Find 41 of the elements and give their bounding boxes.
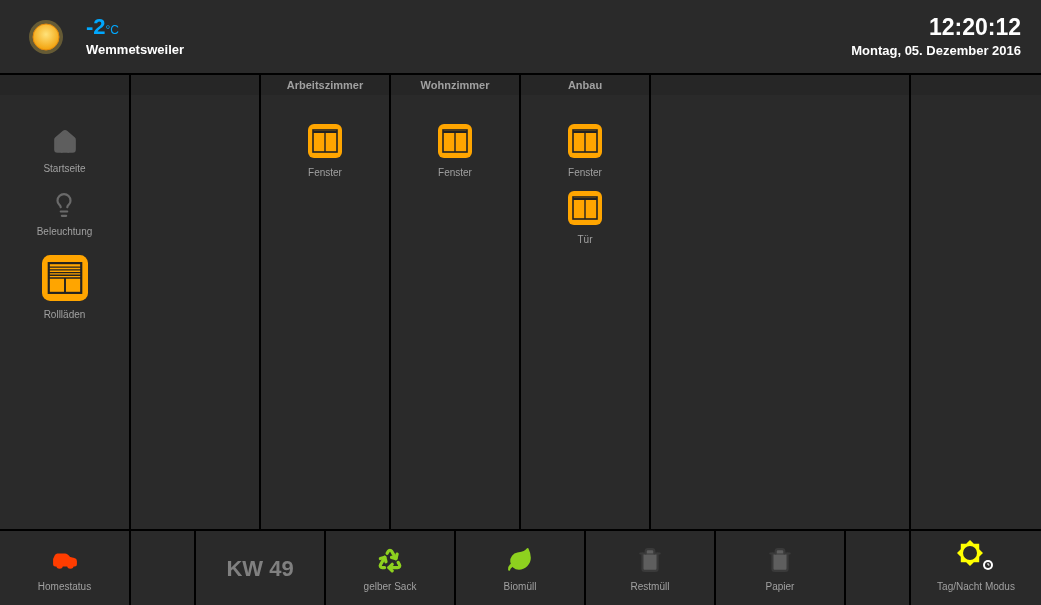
shutter-label: Fenster	[568, 166, 602, 180]
shutter-control[interactable]: Fenster	[438, 124, 472, 180]
status-tile[interactable]: Homestatus	[0, 531, 129, 605]
sidebar-item[interactable]: Beleuchtung	[36, 192, 93, 245]
room-title: Wohnzimmer	[420, 77, 490, 93]
date-text: Montag, 05. Dezember 2016	[851, 41, 1021, 60]
sun-clock-icon	[956, 538, 996, 573]
status-tile[interactable]: Biomüll	[456, 531, 584, 605]
shutter-label: Fenster	[308, 166, 342, 180]
tile-label: Homestatus	[37, 579, 92, 594]
tile-label: Biomüll	[503, 579, 537, 594]
temperature-value: -2	[86, 13, 106, 40]
clock-time: 12:20:12	[928, 12, 1021, 41]
week-number: KW 49	[226, 554, 294, 583]
shutter-icon	[568, 124, 602, 158]
status-tile[interactable]: Tag/Nacht Modus	[911, 531, 1041, 605]
tile-label: Papier	[765, 579, 795, 594]
shutter-label: Tür	[577, 233, 593, 247]
sidebar-item[interactable]: Rollläden	[41, 255, 88, 328]
shutter-icon	[568, 191, 602, 225]
tile-label: Restmüll	[630, 579, 670, 594]
room-title: Arbeitszimmer	[286, 77, 364, 93]
sidebar-item[interactable]: Startseite	[43, 129, 86, 182]
shutter-icon	[308, 124, 342, 158]
sidebar-label: Rollläden	[43, 308, 86, 322]
shutter-control[interactable]: Tür	[568, 191, 602, 247]
shutter-label: Fenster	[438, 166, 472, 180]
weather-sun-icon	[28, 18, 64, 55]
temperature-unit: °C	[105, 22, 120, 39]
tile-label: gelber Sack	[363, 579, 417, 594]
sidebar-label: Startseite	[43, 162, 86, 176]
room-title: Anbau	[567, 77, 603, 93]
shutter-icon	[438, 124, 472, 158]
shutter-control[interactable]: Fenster	[568, 124, 602, 180]
status-tile[interactable]: Papier	[716, 531, 844, 605]
sidebar-label: Beleuchtung	[36, 225, 93, 239]
status-tile[interactable]: gelber Sack	[326, 531, 454, 605]
tile-label: Tag/Nacht Modus	[937, 579, 1015, 594]
location-name: Wemmetsweiler	[86, 40, 185, 59]
status-tile[interactable]: Restmüll	[586, 531, 714, 605]
shutter-control[interactable]: Fenster	[308, 124, 342, 180]
